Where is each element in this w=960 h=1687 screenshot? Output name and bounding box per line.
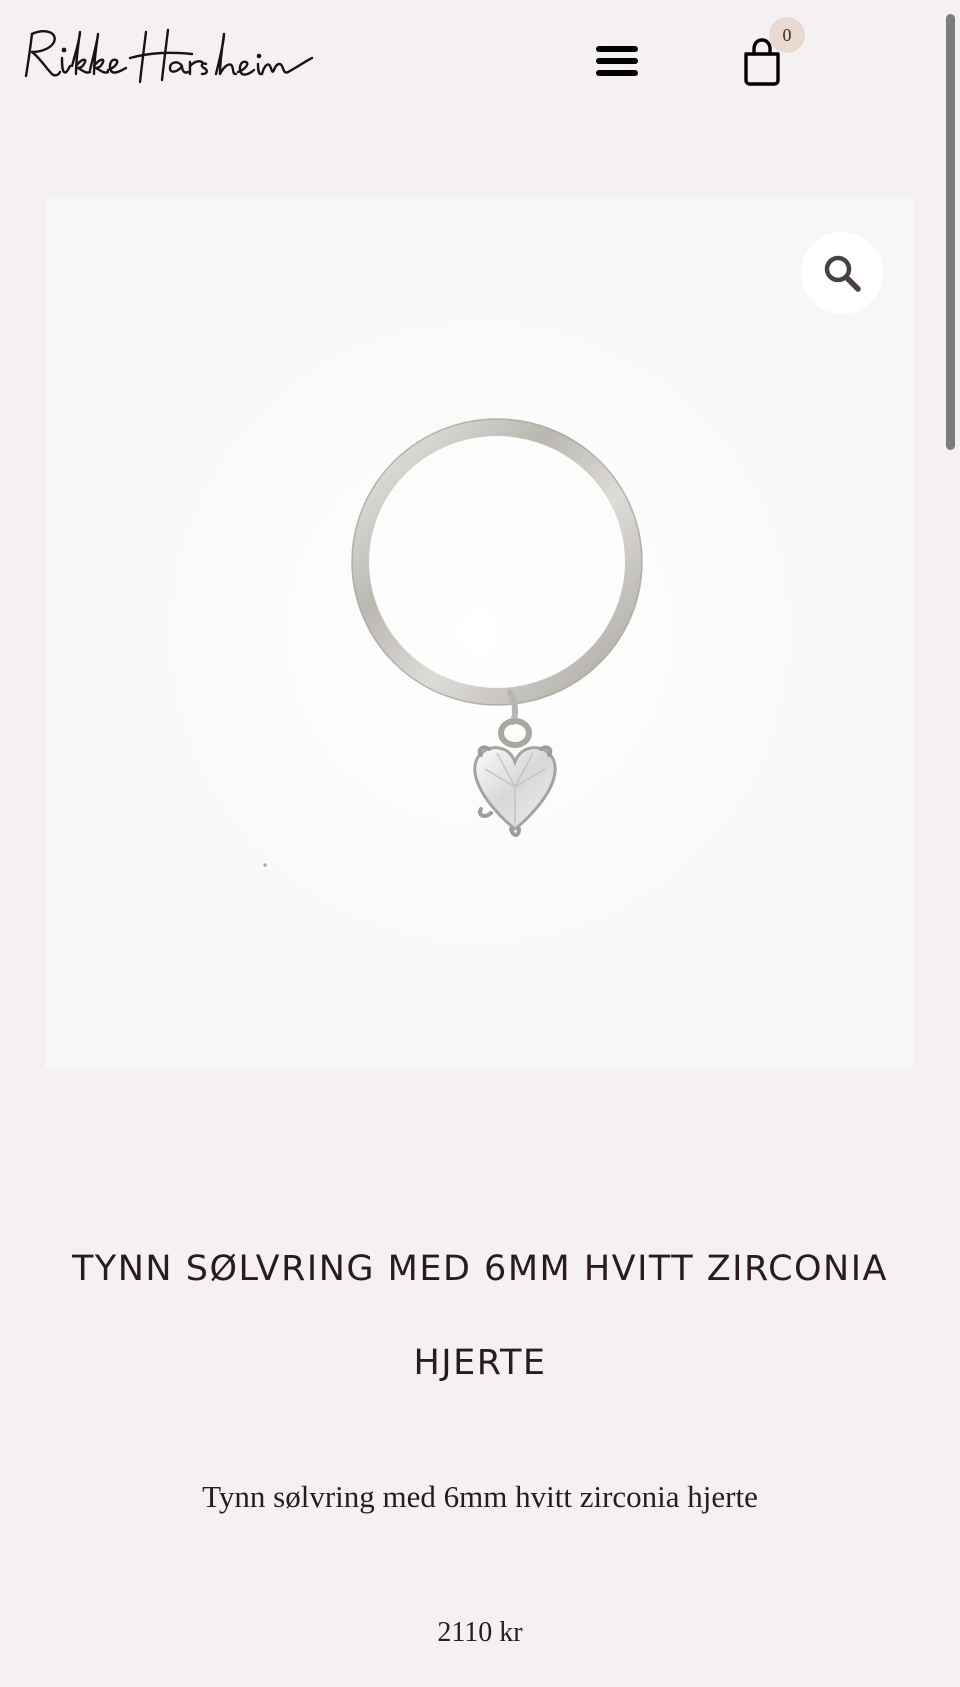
product-description: Tynn sølvring med 6mm hvitt zirconia hje…: [202, 1479, 758, 1514]
ring-image: [45, 197, 914, 1068]
menu-bar: [596, 70, 638, 76]
scrollbar-thumb[interactable]: [946, 14, 955, 450]
hamburger-menu-icon[interactable]: [596, 44, 638, 78]
menu-bar: [596, 46, 638, 52]
magnifier-icon: [824, 255, 861, 292]
product-image[interactable]: [45, 197, 914, 1068]
product-title-line1: TYNN SØLVRING MED 6MM HVITT ZIRCONIA: [71, 1249, 889, 1289]
menu-bar: [596, 58, 638, 64]
product-price: 2110 kr: [437, 1617, 523, 1648]
cart-count-badge[interactable]: 0: [769, 17, 805, 53]
product-title-line2: HJERTE: [413, 1343, 547, 1383]
logo-signature-icon: [24, 28, 314, 84]
site-logo[interactable]: Rikke Harsheim: [22, 22, 314, 86]
product-title: TYNN SØLVRING MED 6MM HVITT ZIRCONIA HJE…: [40, 1222, 920, 1410]
site-header: Rikke Harsheim 0: [0, 0, 960, 120]
zoom-button[interactable]: [801, 232, 883, 314]
